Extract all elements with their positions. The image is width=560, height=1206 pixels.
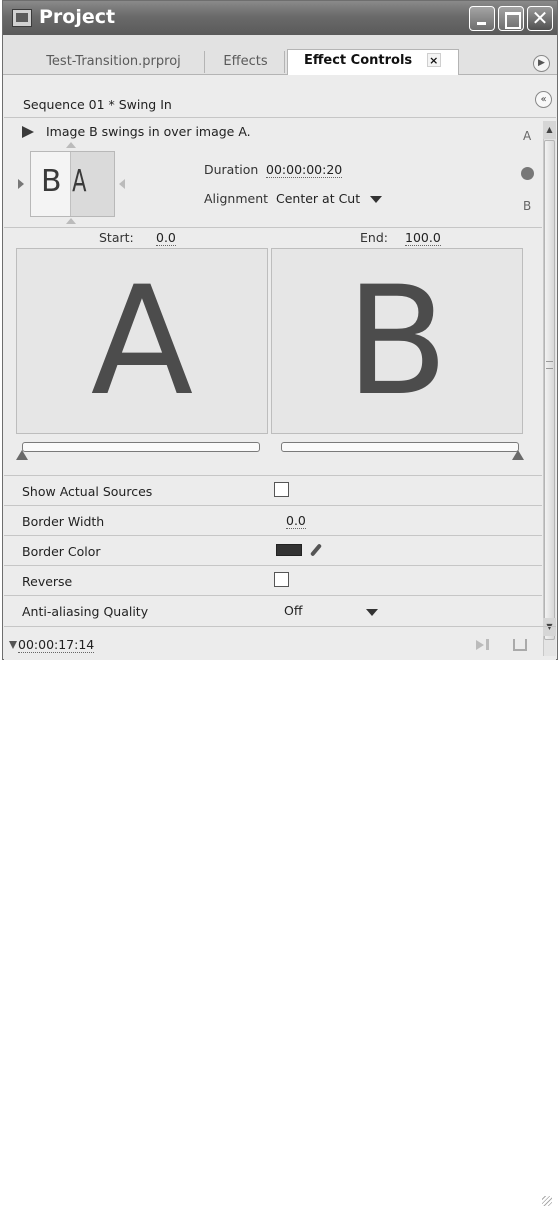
tab-effect-controls[interactable]: Effect Controls ×: [287, 49, 459, 75]
show-actual-sources-checkbox[interactable]: [274, 482, 289, 497]
border-color-label: Border Color: [22, 544, 101, 559]
show-actual-sources-row: Show Actual Sources: [4, 475, 542, 504]
duration-label: Duration: [204, 162, 259, 177]
preview-start-a: A: [16, 248, 268, 434]
border-color-row: Border Color: [4, 535, 542, 564]
current-timecode[interactable]: 00:00:17:14: [18, 637, 95, 653]
close-window-button[interactable]: ✕: [527, 6, 553, 31]
border-width-value[interactable]: 0.0: [286, 513, 306, 529]
border-width-row: Border Width 0.0: [4, 505, 542, 534]
collapse-timeline-button[interactable]: «: [535, 91, 552, 108]
chevron-down-icon: [370, 196, 383, 203]
eyedropper-icon[interactable]: [309, 543, 323, 557]
minimize-button[interactable]: [469, 6, 495, 31]
tab-effect-controls-label: Effect Controls: [304, 53, 413, 68]
sequence-label: Sequence 01 * Swing In: [23, 97, 172, 112]
edge-selector-bottom[interactable]: [66, 218, 76, 224]
alignment-label: Alignment: [204, 191, 269, 206]
alignment-dropdown[interactable]: Center at Cut: [276, 191, 383, 206]
sequence-header: Sequence 01 * Swing In «: [4, 88, 556, 118]
edge-selector-left[interactable]: [18, 179, 24, 189]
show-actual-sources-label: Show Actual Sources: [22, 484, 153, 499]
thumbnail-letter-a: A: [72, 164, 87, 199]
tab-project-file[interactable]: Test-Transition.prproj: [23, 51, 205, 73]
start-slider-handle[interactable]: [16, 450, 28, 460]
transition-thumbnail: B A: [30, 151, 115, 217]
start-label: Start:: [99, 230, 134, 245]
resize-grip[interactable]: [542, 1196, 552, 1206]
reverse-label: Reverse: [22, 574, 73, 589]
reverse-checkbox[interactable]: [274, 572, 289, 587]
tab-close-icon[interactable]: ×: [426, 53, 441, 67]
edge-selector-top[interactable]: [66, 142, 76, 148]
anti-aliasing-label: Anti-aliasing Quality: [22, 604, 149, 619]
chevron-down-icon[interactable]: [366, 609, 378, 616]
scrollbar-grip: [546, 361, 553, 369]
scroll-up-button[interactable]: ▲: [543, 121, 556, 139]
preview-letter-a: A: [90, 255, 194, 429]
start-value[interactable]: 0.0: [156, 230, 176, 246]
duration-value[interactable]: 00:00:00:20: [266, 162, 343, 178]
end-label: End:: [360, 230, 388, 245]
border-width-label: Border Width: [22, 514, 105, 529]
border-color-swatch[interactable]: [276, 544, 302, 556]
preview-letter-b: B: [345, 255, 449, 429]
side-label-a: A: [523, 129, 532, 143]
panel-menu-button[interactable]: ▶: [533, 55, 550, 72]
export-icon[interactable]: [513, 639, 527, 651]
end-slider-handle[interactable]: [512, 450, 524, 460]
maximize-button[interactable]: [498, 6, 524, 31]
effect-controls-panel: Sequence 01 * Swing In « Image B swings …: [4, 76, 556, 1206]
tab-effects[interactable]: Effects: [207, 51, 285, 73]
effect-description: Image B swings in over image A.: [46, 124, 251, 139]
reverse-direction-icon[interactable]: [521, 167, 534, 180]
play-transition-icon[interactable]: [22, 126, 34, 138]
anti-aliasing-row: Anti-aliasing Quality Off: [4, 595, 542, 626]
play-audio-icon[interactable]: [476, 640, 484, 650]
project-icon: [12, 9, 32, 27]
panel-tab-bar: Test-Transition.prproj Effects Effect Co…: [3, 35, 557, 75]
project-window: Project ✕ Test-Transition.prproj Effects…: [2, 0, 558, 1206]
playhead-marker-icon: [9, 641, 17, 649]
window-title: Project: [39, 6, 116, 28]
title-bar[interactable]: Project ✕: [3, 1, 557, 35]
end-slider[interactable]: [281, 442, 519, 452]
thumbnail-letter-b: B: [41, 164, 62, 199]
edge-selector-right[interactable]: [119, 179, 125, 189]
close-icon: ✕: [531, 6, 549, 30]
preview-end-b: B: [271, 248, 523, 434]
side-label-b: B: [523, 199, 532, 213]
alignment-value: Center at Cut: [276, 191, 361, 206]
scrollbar-thumb[interactable]: [544, 140, 555, 640]
footer-bar: 00:00:17:14: [4, 626, 556, 1206]
anti-aliasing-value[interactable]: Off: [284, 603, 302, 618]
end-value[interactable]: 100.0: [405, 230, 441, 246]
start-slider[interactable]: [22, 442, 260, 452]
reverse-row: Reverse: [4, 565, 542, 594]
